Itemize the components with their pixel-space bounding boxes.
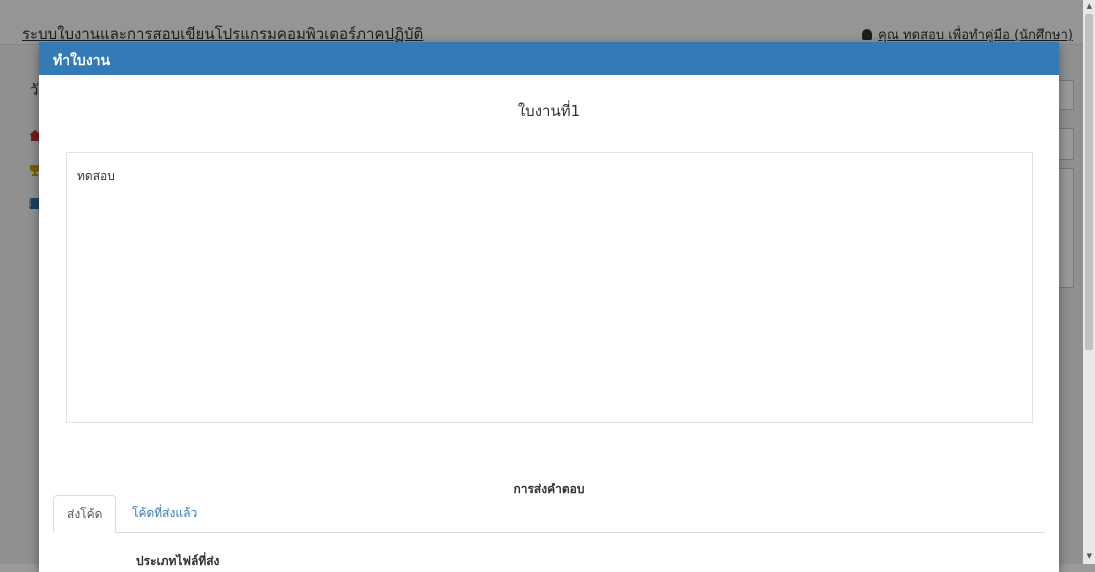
submit-tabs: ส่งโค้ด โค้ดที่ส่งแล้ว <box>53 495 1045 533</box>
file-type-label: ประเภทไฟล์ที่ส่ง <box>136 554 220 568</box>
tab-submitted-code[interactable]: โค้ดที่ส่งแล้ว <box>119 495 210 532</box>
scroll-down-icon[interactable]: ▼ <box>1087 552 1092 560</box>
modal-header: ทำใบงาน <box>39 42 1059 75</box>
scrollbar-thumb[interactable] <box>1085 14 1093 350</box>
tab-submit-code[interactable]: ส่งโค้ด <box>53 495 117 533</box>
worksheet-description-box: ทดสอบ <box>66 152 1033 423</box>
page-scrollbar[interactable]: ▲ ▼ <box>1083 0 1095 564</box>
worksheet-modal: ทำใบงาน ใบงานที่1 ทดสอบ การส่งคำตอบ ส่งโ… <box>39 42 1059 572</box>
modal-title: ทำใบงาน <box>53 53 111 69</box>
worksheet-title: ใบงานที่1 <box>517 102 581 120</box>
scroll-up-icon[interactable]: ▲ <box>1087 2 1092 10</box>
worksheet-description: ทดสอบ <box>77 169 115 183</box>
